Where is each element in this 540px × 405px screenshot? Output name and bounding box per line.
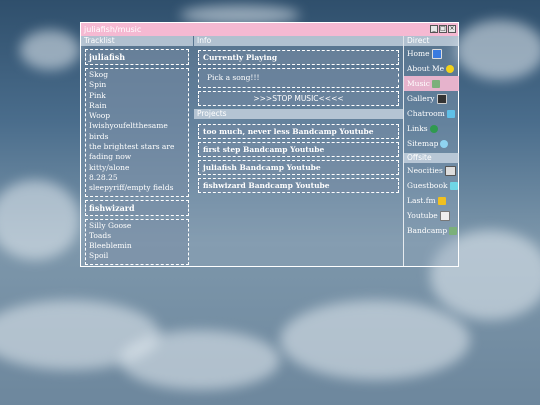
- track-item[interactable]: sleepyriff/empty fields: [89, 183, 185, 193]
- nav-label: Last.fm: [407, 196, 436, 205]
- artist-heading: fishwizard: [85, 199, 189, 216]
- directory-panel: Direct Home About Me Music Gallery Chatr…: [403, 36, 459, 267]
- nav-label: Links: [407, 124, 428, 133]
- track-item[interactable]: Pink: [89, 91, 185, 101]
- cloud: [0, 180, 80, 260]
- tracklist-header: Tracklist: [81, 36, 193, 46]
- nav-about[interactable]: About Me: [404, 61, 459, 76]
- window-icon: [444, 165, 456, 176]
- play-icon: [437, 196, 446, 205]
- nav-lastfm[interactable]: Last.fm: [404, 193, 459, 208]
- nav-label: Bandcamp: [407, 226, 448, 235]
- info-panel: Info Currently Playing Pick a song!!! >>…: [194, 36, 403, 267]
- now-playing-value: Pick a song!!!: [198, 68, 399, 88]
- stop-music-button[interactable]: >>>STOP MUSIC<<<<: [198, 91, 399, 106]
- track-item[interactable]: Silly Goose: [89, 221, 185, 231]
- camera-icon: [436, 93, 447, 104]
- note-icon: [431, 79, 440, 88]
- info-header: Info: [194, 36, 403, 46]
- track-list: Silly Goose Toads Bleeblemin Spoil: [85, 218, 189, 265]
- nav-sitemap[interactable]: Sitemap: [404, 136, 459, 151]
- window-controls: _ □ ×: [430, 25, 456, 33]
- directory-header: Direct: [404, 36, 459, 46]
- project-item[interactable]: juliafish Bandcamp Youtube: [198, 160, 399, 175]
- artist-heading: juliafish: [85, 49, 189, 65]
- window-titlebar[interactable]: juliafish/music _ □ ×: [81, 23, 458, 36]
- nav-label: About Me: [407, 64, 445, 73]
- track-item[interactable]: the brightest stars are: [89, 142, 185, 152]
- tv-icon: [439, 210, 450, 221]
- nav-label: Youtube: [407, 211, 438, 220]
- track-item[interactable]: Iwishyoufeltthesame: [89, 121, 185, 131]
- now-playing-label: Currently Playing: [198, 50, 399, 65]
- question-icon: [446, 64, 455, 73]
- track-list: Skog Spin Pink Rain Woop Iwishyoufeltthe…: [85, 68, 189, 197]
- cloud: [280, 300, 470, 380]
- nav-label: Chatroom: [407, 109, 445, 118]
- globe-icon: [429, 124, 438, 133]
- nav-label: Gallery: [407, 94, 435, 103]
- project-item[interactable]: too much, never less Bandcamp Youtube: [198, 124, 399, 139]
- close-button[interactable]: ×: [448, 25, 456, 33]
- track-item[interactable]: Bleeblemin: [89, 241, 185, 251]
- track-item[interactable]: kitty/alone: [89, 163, 185, 173]
- nav-chatroom[interactable]: Chatroom: [404, 106, 459, 121]
- cloud: [120, 330, 280, 390]
- offsite-header: Offsite: [404, 153, 459, 163]
- projects-header: Projects: [194, 109, 403, 119]
- track-item[interactable]: birds: [89, 132, 185, 142]
- magnifier-icon: [440, 139, 449, 148]
- nav-links[interactable]: Links: [404, 121, 459, 136]
- cloud: [20, 30, 80, 70]
- project-item[interactable]: first step Bandcamp Youtube: [198, 142, 399, 157]
- track-item[interactable]: Woop: [89, 111, 185, 121]
- chat-icon: [446, 109, 455, 118]
- nav-neocities[interactable]: Neocities: [404, 163, 459, 178]
- cloud: [455, 20, 540, 80]
- window-title: juliafish/music: [84, 25, 142, 34]
- nav-gallery[interactable]: Gallery: [404, 91, 459, 106]
- nav-youtube[interactable]: Youtube: [404, 208, 459, 223]
- track-item[interactable]: Skog: [89, 70, 185, 80]
- book-icon: [449, 181, 458, 190]
- track-item[interactable]: Rain: [89, 101, 185, 111]
- minimize-button[interactable]: _: [430, 25, 438, 33]
- nav-guestbook[interactable]: Guestbook: [404, 178, 459, 193]
- maximize-button[interactable]: □: [439, 25, 447, 33]
- tracklist-panel: Tracklist juliafish Skog Spin Pink Rain …: [81, 36, 193, 267]
- nav-bandcamp[interactable]: Bandcamp: [404, 223, 459, 238]
- track-item[interactable]: Toads: [89, 231, 185, 241]
- track-item[interactable]: Spoil: [89, 251, 185, 261]
- nav-label: Sitemap: [407, 139, 439, 148]
- track-item[interactable]: 8.28.25: [89, 173, 185, 183]
- nav-music[interactable]: Music: [404, 76, 459, 91]
- track-item[interactable]: Spin: [89, 80, 185, 90]
- nav-label: Music: [407, 79, 430, 88]
- music-window: juliafish/music _ □ × Tracklist juliafis…: [80, 22, 459, 267]
- project-item[interactable]: fishwizard Bandcamp Youtube: [198, 178, 399, 193]
- nav-label: Home: [407, 49, 430, 58]
- track-item[interactable]: fading now: [89, 152, 185, 162]
- nav-label: Neocities: [407, 166, 443, 175]
- nav-home[interactable]: Home: [404, 46, 459, 61]
- monitor-icon: [431, 48, 442, 59]
- nav-label: Guestbook: [407, 181, 448, 190]
- note-icon: [449, 226, 458, 235]
